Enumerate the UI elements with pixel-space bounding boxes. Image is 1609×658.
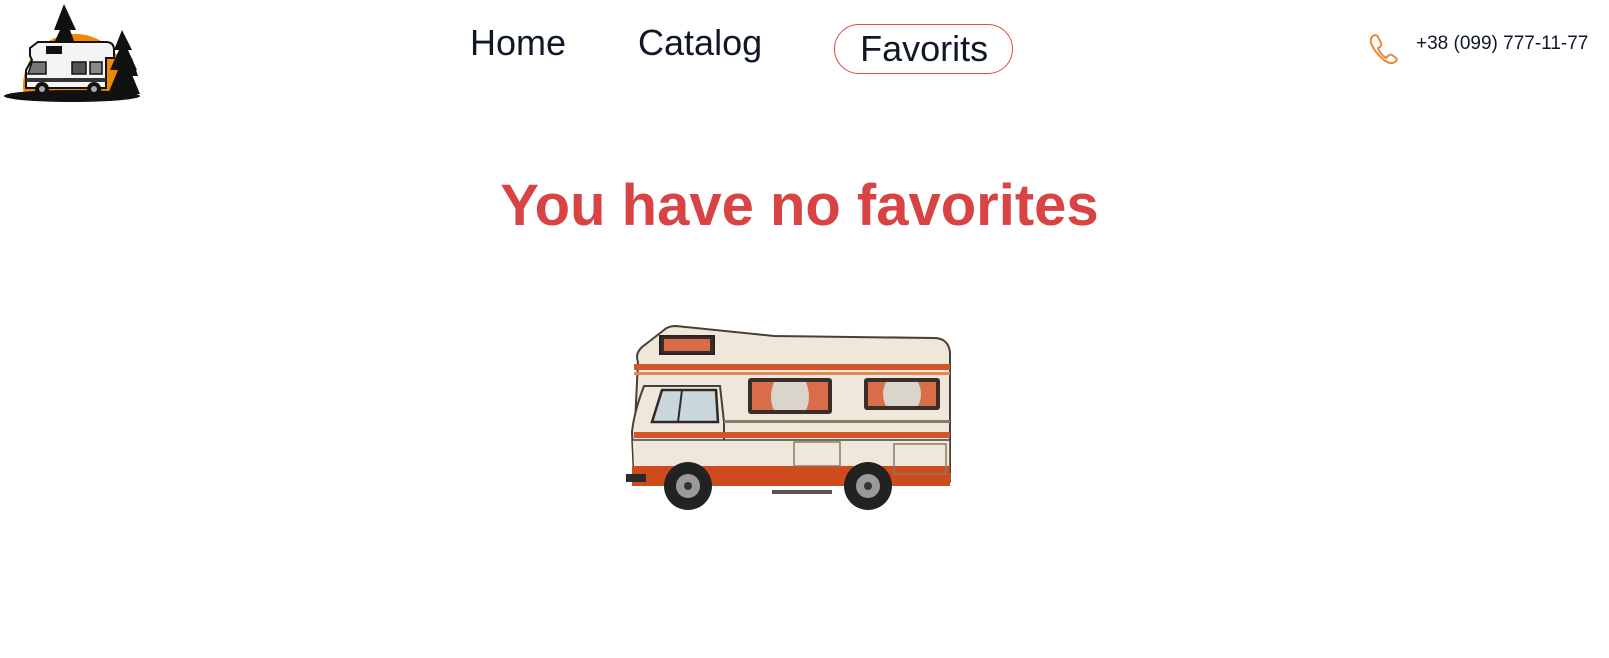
camper-logo-icon[interactable]	[2, 0, 144, 102]
camper-van-illustration	[626, 324, 951, 510]
favorites-page: Home Catalog Favorits +38 (099) 777-11-7…	[0, 0, 1609, 658]
main-nav: Home Catalog Favorits	[470, 20, 1014, 76]
phone-icon	[1369, 34, 1398, 64]
empty-favorites-title: You have no favorites	[0, 172, 1609, 239]
contact-phone[interactable]: +38 (099) 777-11-77	[1368, 30, 1588, 64]
nav-link-favorites[interactable]: Favorits	[834, 24, 1014, 74]
empty-favorites-text: You have no favorites	[500, 173, 1099, 238]
nav-link-home[interactable]: Home	[470, 23, 566, 63]
nav-link-catalog[interactable]: Catalog	[638, 23, 762, 63]
phone-number[interactable]: +38 (099) 777-11-77	[1416, 32, 1588, 56]
